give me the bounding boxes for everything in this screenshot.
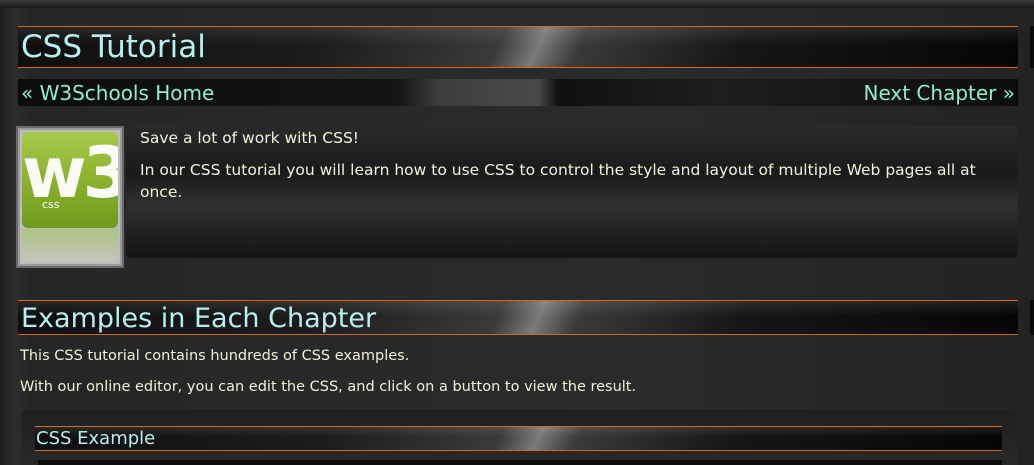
banner-edge bbox=[1030, 26, 1034, 68]
banner-edge bbox=[1030, 300, 1034, 335]
intro-box: Save a lot of work with CSS! In our CSS … bbox=[126, 126, 1018, 258]
logo-frame: w3 css bbox=[16, 126, 124, 268]
example-heading: CSS Example bbox=[36, 428, 156, 449]
intro-body: In our CSS tutorial you will learn how t… bbox=[140, 161, 976, 201]
title-banner: CSS Tutorial bbox=[18, 26, 1018, 68]
section-banner: Examples in Each Chapter bbox=[18, 300, 1018, 335]
window-top-frame bbox=[0, 0, 1034, 8]
section-heading: Examples in Each Chapter bbox=[21, 303, 377, 334]
page-title: CSS Tutorial bbox=[21, 29, 206, 65]
example-banner: CSS Example bbox=[35, 426, 1002, 451]
intro-lead: Save a lot of work with CSS! bbox=[140, 129, 360, 147]
page: CSS Tutorial « W3Schools Home Next Chapt… bbox=[0, 0, 1034, 465]
next-chapter-link[interactable]: Next Chapter » bbox=[863, 80, 1015, 106]
example-code-area bbox=[38, 460, 1002, 465]
logo-reflection bbox=[22, 229, 118, 262]
chapter-nav: « W3Schools Home Next Chapter » bbox=[18, 79, 1018, 106]
home-link[interactable]: « W3Schools Home bbox=[21, 80, 214, 106]
logo-css-text: css bbox=[42, 198, 60, 211]
w3-css-logo-icon: w3 css bbox=[22, 132, 118, 228]
section-paragraph: This CSS tutorial contains hundreds of C… bbox=[20, 348, 410, 364]
section-paragraph: With our online editor, you can edit the… bbox=[20, 379, 637, 395]
logo-w3-text: w3 bbox=[22, 132, 118, 214]
